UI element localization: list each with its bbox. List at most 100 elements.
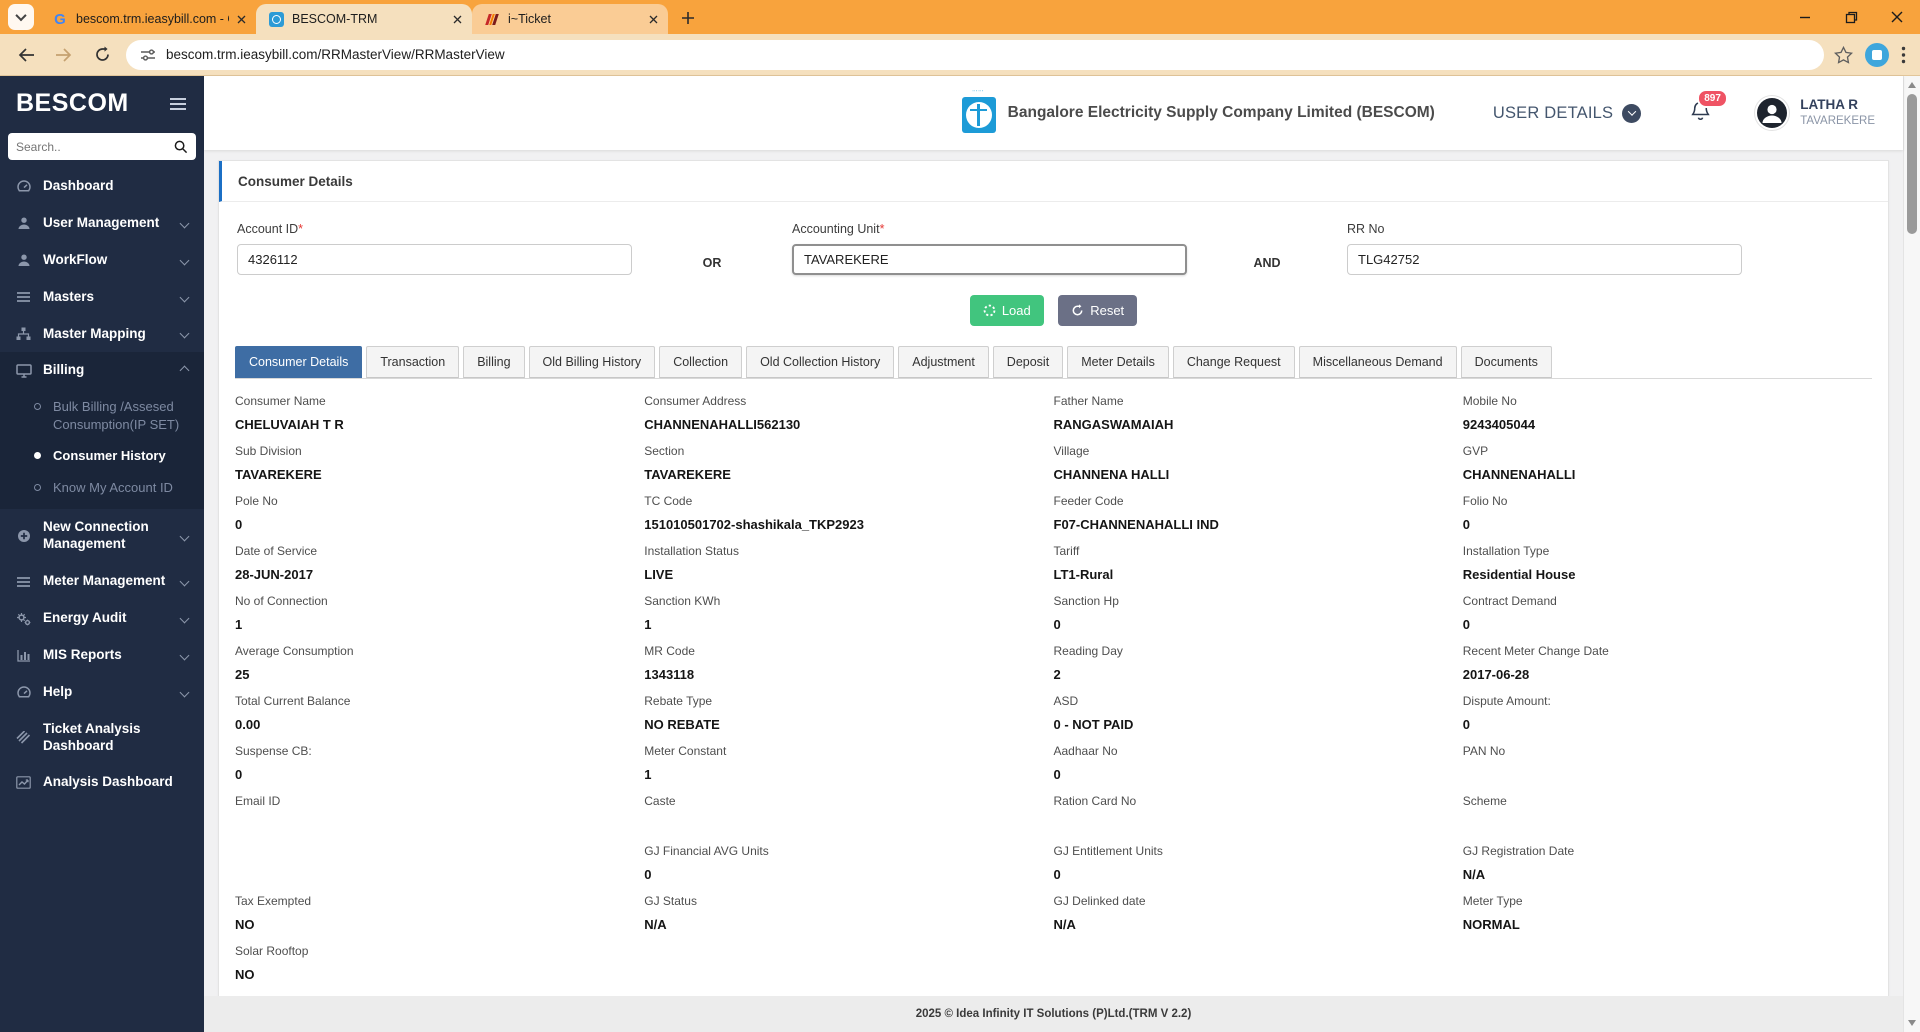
tab-close-button[interactable]	[649, 15, 658, 24]
account-id-field[interactable]	[237, 244, 632, 275]
tab-billing[interactable]: Billing	[463, 346, 525, 378]
browser-tab[interactable]: BESCOM-TRM	[256, 4, 472, 34]
tab-close-button[interactable]	[453, 15, 462, 24]
detail-label: GJ Entitlement Units	[1053, 844, 1163, 858]
detail-label: TC Code	[644, 494, 693, 508]
user-icon	[15, 216, 32, 230]
window-restore-button[interactable]	[1828, 0, 1874, 34]
scroll-down-arrow[interactable]	[1904, 1015, 1920, 1031]
tab-transaction[interactable]: Transaction	[366, 346, 460, 378]
browser-tab-strip: Gbescom.trm.ieasybill.com - Goo BESCOM-TR…	[0, 0, 1920, 34]
detail-label: Email ID	[235, 794, 281, 808]
sidebar-item-help[interactable]: Help	[0, 674, 204, 711]
sidebar-subitem-know-my-account-id[interactable]: Know My Account ID	[0, 472, 204, 504]
minimize-icon	[1800, 16, 1810, 19]
tab-collection[interactable]: Collection	[659, 346, 743, 378]
new-tab-button[interactable]	[674, 4, 702, 32]
chevron-down-icon	[179, 576, 190, 587]
load-button[interactable]: Load	[969, 295, 1044, 326]
browser-menu-icon[interactable]	[1901, 46, 1906, 64]
notifications-button[interactable]: 897	[1689, 89, 1728, 128]
detail-cell: Scheme	[1463, 794, 1872, 844]
avatar[interactable]	[1754, 95, 1791, 131]
sidebar-item-master-mapping[interactable]: Master Mapping	[0, 316, 204, 353]
detail-value: 2	[1053, 667, 1061, 682]
accounting-unit-label: Accounting Unit*	[792, 222, 885, 236]
sidebar-item-new-connection-management[interactable]: New Connection Management	[0, 509, 204, 563]
page-scrollbar[interactable]	[1903, 76, 1920, 1032]
search-icon	[174, 140, 188, 153]
detail-cell: Solar Rooftop NO	[235, 944, 644, 994]
detail-value: 0	[1053, 767, 1061, 782]
scrollbar-thumb[interactable]	[1907, 94, 1917, 234]
tab-change-request[interactable]: Change Request	[1172, 346, 1295, 378]
sidebar-search[interactable]	[8, 133, 196, 160]
bullet-icon	[34, 483, 41, 491]
sidebar-item-workflow[interactable]: WorkFlow	[0, 242, 204, 279]
detail-value: 0	[1462, 617, 1470, 632]
tab-adjustment[interactable]: Adjustment	[898, 346, 989, 378]
sidebar-item-masters[interactable]: Masters	[0, 279, 204, 316]
browser-tab[interactable]: Gbescom.trm.ieasybill.com - Goo	[40, 4, 256, 34]
sidebar-item-ticket-analysis-dashboard[interactable]: Ticket Analysis Dashboard	[0, 711, 204, 765]
sidebar-item-mis-reports[interactable]: MIS Reports	[0, 637, 204, 674]
detail-cell: Pole No 0	[235, 494, 644, 544]
detail-value: RANGASWAMAIAH	[1053, 417, 1174, 432]
accounting-unit-field[interactable]	[792, 244, 1187, 275]
sidebar-subitem-consumer-history[interactable]: Consumer History	[0, 440, 204, 472]
scroll-up-arrow[interactable]	[1904, 77, 1920, 93]
tab-consumer-details[interactable]: Consumer Details	[235, 346, 363, 378]
detail-cell: Consumer Name CHELUVAIAH T R	[235, 394, 644, 444]
extension-icon[interactable]	[1865, 42, 1889, 67]
detail-value: N/A	[644, 917, 667, 932]
detail-value: 25	[235, 667, 250, 682]
sitemap-icon	[15, 327, 32, 341]
sidebar-item-dashboard[interactable]: Dashboard	[0, 168, 204, 205]
reset-button[interactable]: Reset	[1058, 295, 1138, 326]
window-minimize-button[interactable]	[1782, 0, 1828, 34]
sidebar-item-energy-audit[interactable]: Energy Audit	[0, 600, 204, 637]
detail-label: Tax Exempted	[235, 894, 312, 908]
detail-label: Dispute Amount:	[1462, 694, 1551, 708]
sidebar-item-analysis-dashboard[interactable]: Analysis Dashboard	[0, 764, 204, 801]
sidebar-subitem-bulk-billing-assesed-consumption-ip-set-[interactable]: Bulk Billing /Assesed Consumption(IP SET…	[0, 391, 204, 440]
bookmark-star-icon[interactable]	[1834, 45, 1853, 64]
tab-meter-details[interactable]: Meter Details	[1067, 346, 1169, 378]
detail-cell: Recent Meter Change Date 2017-06-28	[1463, 644, 1872, 694]
detail-label: Sanction Hp	[1053, 594, 1119, 608]
url-bar[interactable]: bescom.trm.ieasybill.com/RRMasterView/RR…	[126, 39, 1824, 70]
tab-old-collection-history[interactable]: Old Collection History	[746, 346, 895, 378]
hamburger-menu-icon[interactable]	[170, 97, 186, 110]
detail-label: Sanction KWh	[644, 594, 721, 608]
back-button[interactable]	[12, 41, 40, 69]
reload-button[interactable]	[88, 41, 116, 69]
detail-label: Ration Card No	[1053, 794, 1137, 808]
sidebar-item-meter-management[interactable]: Meter Management	[0, 563, 204, 600]
search-input[interactable]	[16, 139, 174, 154]
rr-no-field[interactable]	[1347, 244, 1742, 275]
tab-close-button[interactable]	[237, 15, 246, 24]
user-name: LATHA R	[1800, 97, 1858, 113]
detail-cell: Installation Type Residential House	[1463, 544, 1872, 594]
chevron-down-icon	[179, 613, 190, 624]
refresh-icon	[1072, 304, 1083, 316]
tab-deposit[interactable]: Deposit	[992, 346, 1064, 378]
sidebar-item-user-management[interactable]: User Management	[0, 205, 204, 242]
window-close-button[interactable]	[1874, 0, 1920, 34]
tab-miscellaneous-demand[interactable]: Miscellaneous Demand	[1298, 346, 1457, 378]
user-details-dropdown[interactable]: USER DETAILS	[1493, 103, 1642, 123]
lookup-form: Account ID* OR Accounting Unit* AND RR N…	[219, 202, 1888, 275]
tab-old-billing-history[interactable]: Old Billing History	[528, 346, 656, 378]
detail-label: Installation Status	[644, 544, 739, 558]
forward-button[interactable]	[50, 41, 78, 69]
dashboard-icon	[15, 685, 32, 699]
detail-cell: GJ Delinked date N/A	[1054, 894, 1463, 944]
tab-search-button[interactable]	[8, 4, 34, 30]
sidebar-item-billing[interactable]: Billing	[0, 352, 204, 389]
tab-documents[interactable]: Documents	[1460, 346, 1552, 378]
detail-value: TAVAREKERE	[644, 467, 731, 482]
detail-label: Pole No	[235, 494, 278, 508]
sidebar-item-label: WorkFlow	[43, 251, 108, 267]
browser-tab[interactable]: i~Ticket	[472, 4, 668, 34]
detail-label: Village	[1053, 444, 1090, 458]
